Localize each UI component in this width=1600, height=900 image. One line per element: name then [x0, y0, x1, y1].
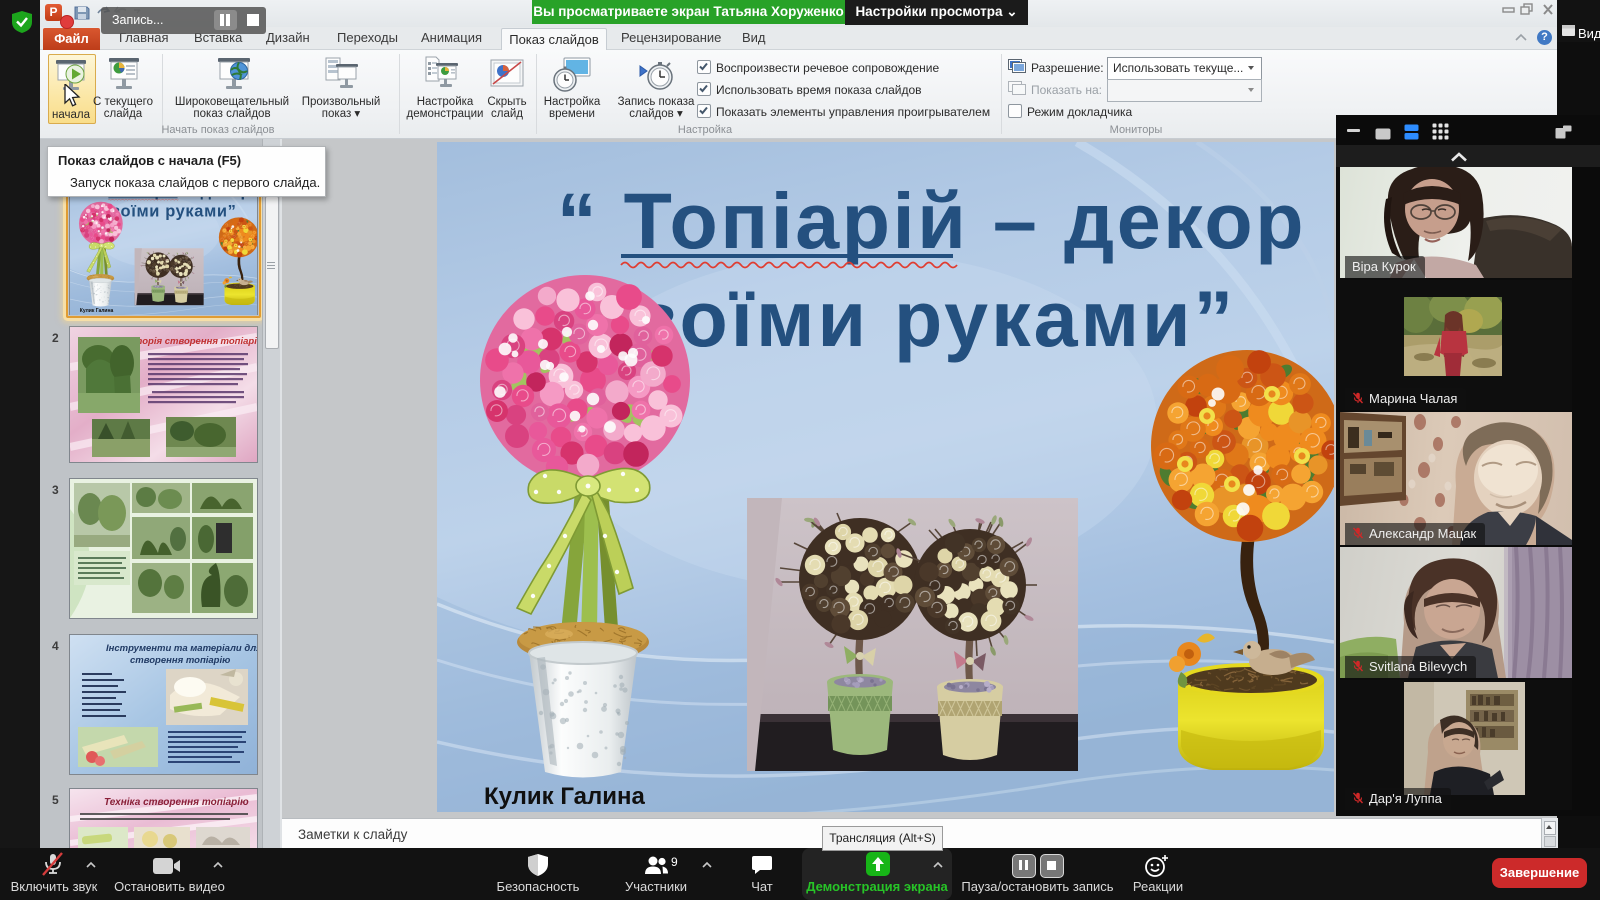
svg-text:Кулик Галина: Кулик Галина: [484, 783, 645, 810]
svg-text:створення топіарію: створення топіарію: [130, 655, 230, 666]
svg-text:Техніка створення топіарію: Техніка створення топіарію: [104, 797, 249, 808]
svg-text:воїми руками”: воїми руками”: [629, 274, 1236, 363]
svg-text:Історія створення топіарію.: Історія створення топіарію.: [126, 336, 257, 347]
svg-text:Інструменти та матеріали для: Інструменти та матеріали для: [106, 643, 257, 654]
svg-text:“ Топіарій – декор: “ Топіарій – декор: [557, 176, 1306, 265]
